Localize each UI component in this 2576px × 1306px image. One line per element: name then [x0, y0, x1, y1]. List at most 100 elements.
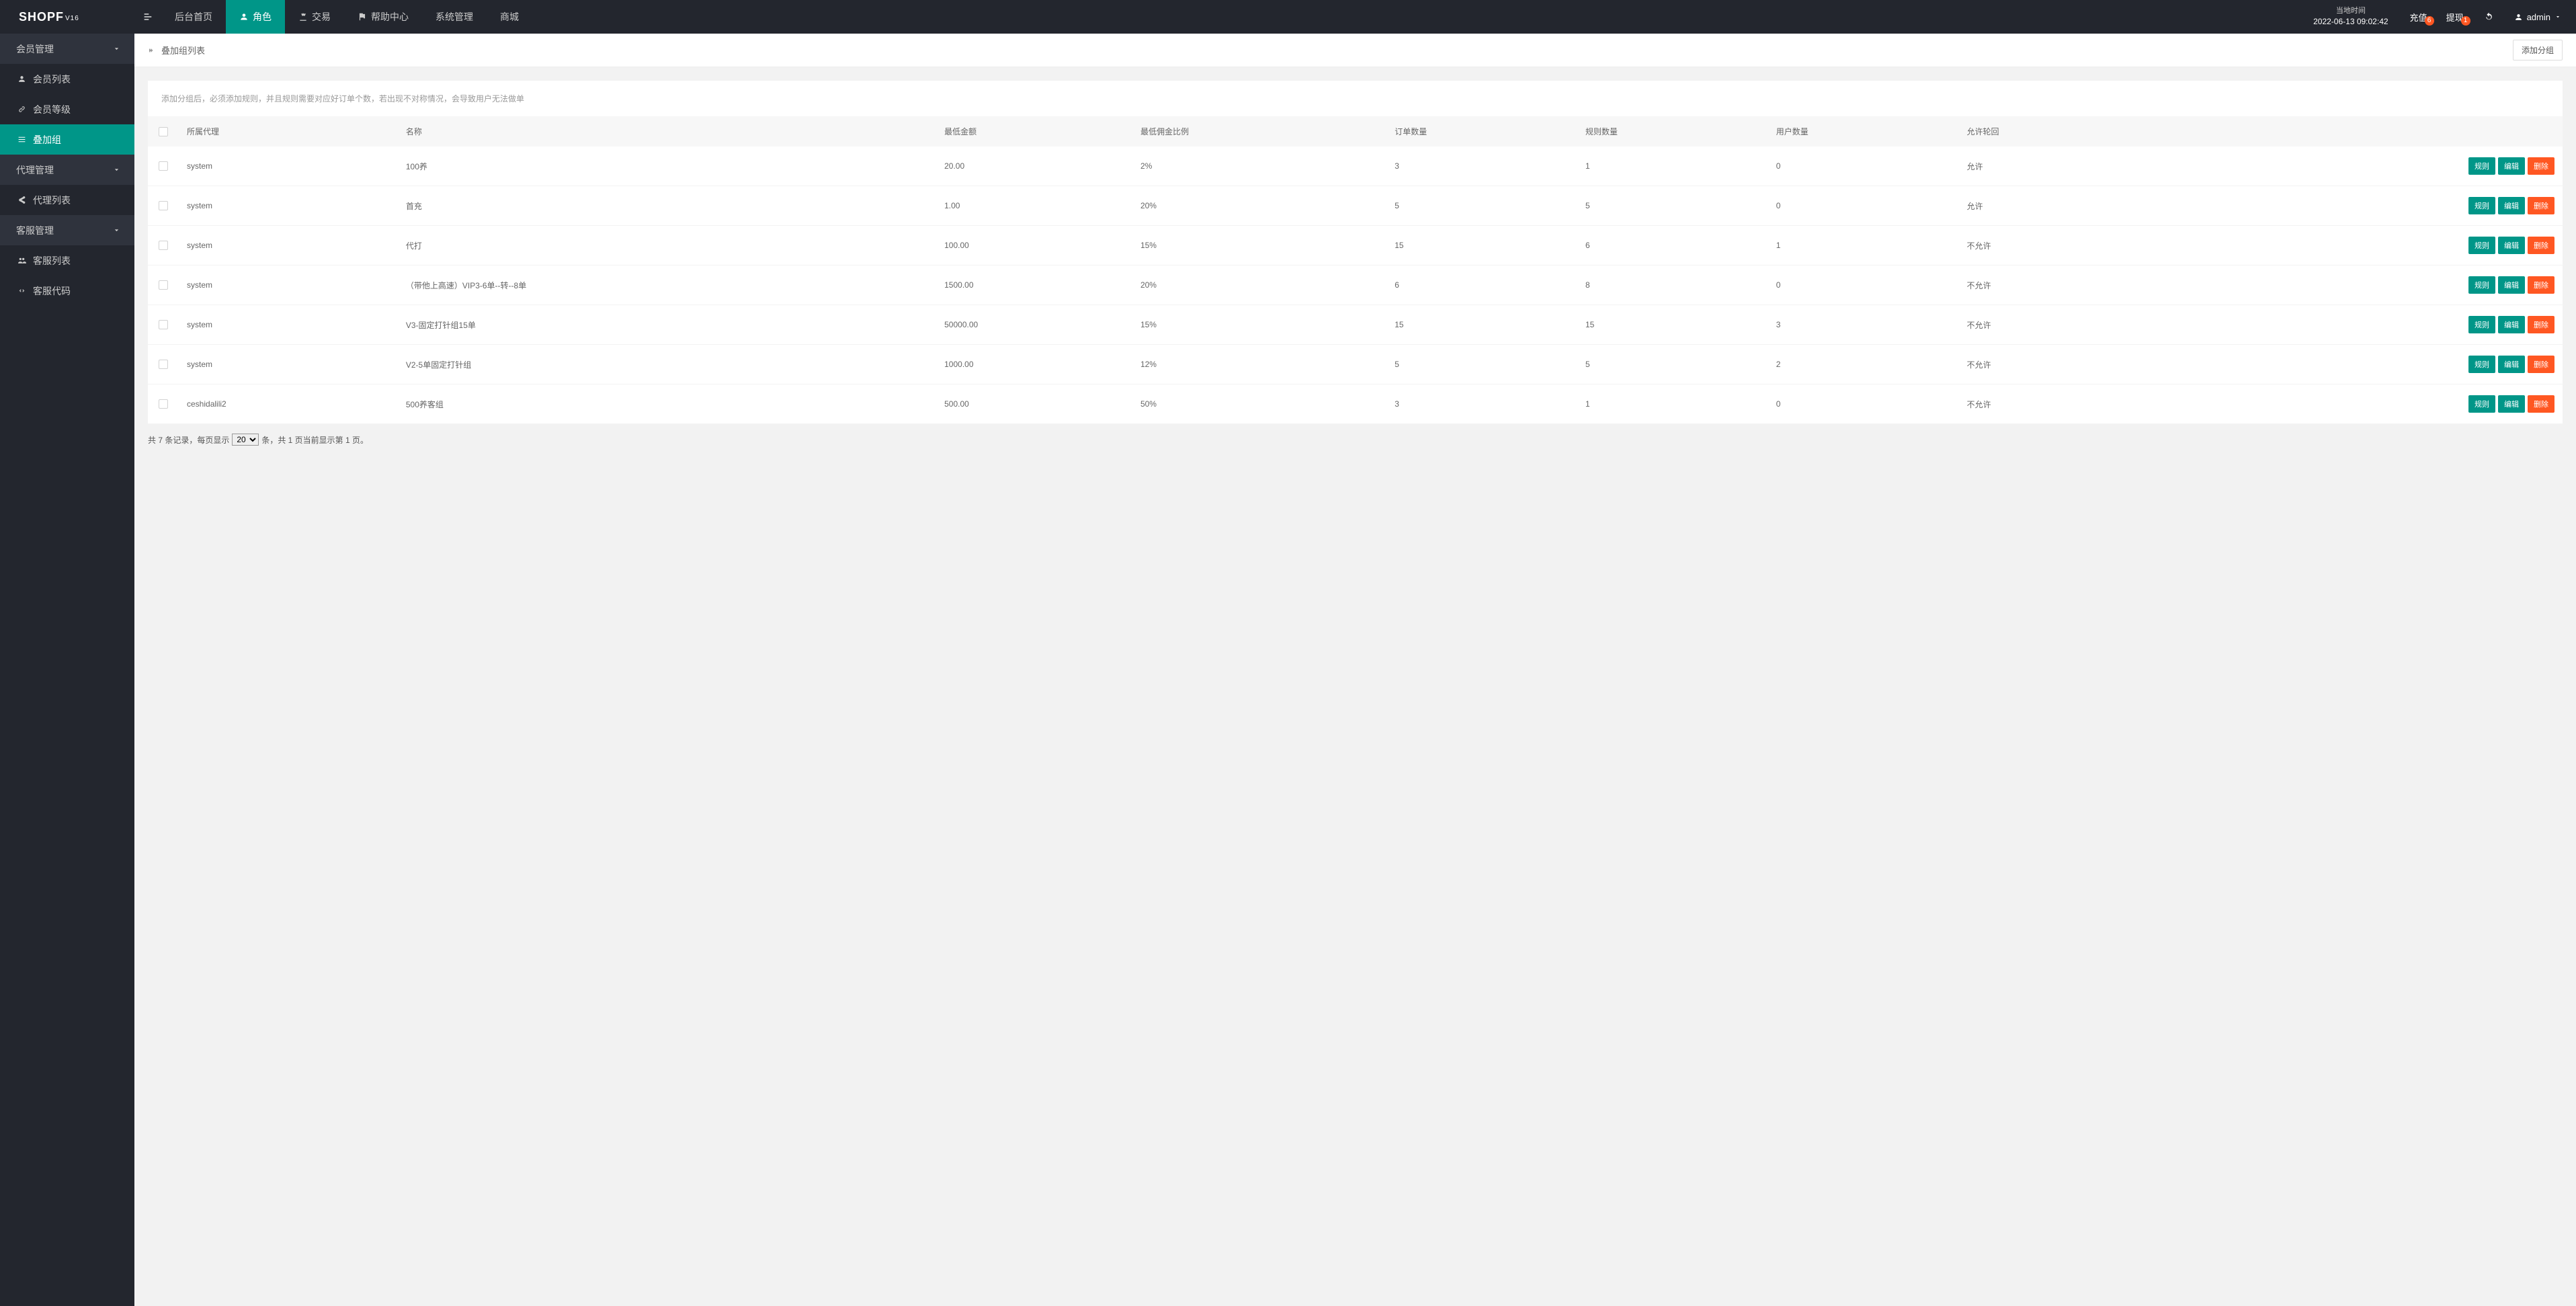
- row-checkbox[interactable]: [159, 201, 168, 210]
- edit-button[interactable]: 编辑: [2498, 395, 2525, 413]
- panel: 添加分组后，必须添加规则，并且规则需要对应好订单个数，若出现不对称情况，会导致用…: [148, 81, 2563, 424]
- sidebar-group-label: 客服管理: [16, 224, 54, 237]
- table-row: ceshidalili2500养客组500.0050%310不允许规则编辑删除: [148, 384, 2563, 424]
- cell-name: 代打: [398, 226, 936, 266]
- recharge-badge: 6: [2425, 16, 2434, 26]
- rule-button[interactable]: 规则: [2468, 237, 2495, 254]
- main: 叠加组列表 添加分组 添加分组后，必须添加规则，并且规则需要对应好订单个数，若出…: [134, 34, 2576, 1306]
- row-checkbox[interactable]: [159, 280, 168, 290]
- sidebar-item-label: 代理列表: [33, 194, 71, 207]
- recharge-link[interactable]: 充值 6: [2401, 11, 2437, 24]
- edit-button[interactable]: 编辑: [2498, 237, 2525, 254]
- col-min-commission: 最低佣金比例: [1132, 116, 1386, 147]
- delete-button[interactable]: 删除: [2528, 356, 2554, 373]
- topmenu-mall[interactable]: 商城: [487, 0, 532, 34]
- data-table: 所属代理 名称 最低金额 最低佣金比例 订单数量 规则数量 用户数量 允许轮回 …: [148, 116, 2563, 424]
- cell-agent: system: [179, 147, 398, 186]
- row-checkbox[interactable]: [159, 320, 168, 329]
- rule-button[interactable]: 规则: [2468, 316, 2495, 333]
- sidebar-item-label: 客服代码: [33, 284, 71, 298]
- topbar-right: 当地时间 2022-06-13 09:02:42 充值 6 提现 1 admin: [2301, 0, 2576, 34]
- cell-user-count: 0: [1768, 147, 1959, 186]
- sidebar-item-member-list[interactable]: 会员列表: [0, 64, 134, 94]
- edit-button[interactable]: 编辑: [2498, 356, 2525, 373]
- rule-button[interactable]: 规则: [2468, 276, 2495, 294]
- cell-allow-rotate: 不允许: [1959, 226, 2150, 266]
- topmenu-home[interactable]: 后台首页: [161, 0, 226, 34]
- rule-button[interactable]: 规则: [2468, 395, 2495, 413]
- menu-icon: [142, 11, 153, 22]
- row-checkbox[interactable]: [159, 161, 168, 171]
- chevron-right-icon: [148, 46, 156, 54]
- nav-toggle[interactable]: [134, 0, 161, 34]
- rule-button[interactable]: 规则: [2468, 197, 2495, 214]
- add-group-button[interactable]: 添加分组: [2513, 40, 2563, 60]
- content: 添加分组后，必须添加规则，并且规则需要对应好订单个数，若出现不对称情况，会导致用…: [134, 67, 2576, 466]
- sidebar-item-agent-list[interactable]: 代理列表: [0, 185, 134, 215]
- topmenu-label: 角色: [253, 10, 272, 24]
- rule-button[interactable]: 规则: [2468, 356, 2495, 373]
- cell-min-commission: 12%: [1132, 345, 1386, 384]
- table-row: system（带他上高速）VIP3-6单--转--8单1500.0020%680…: [148, 266, 2563, 305]
- chevron-down-icon: [2554, 13, 2561, 20]
- row-checkbox[interactable]: [159, 399, 168, 409]
- code-icon: [17, 286, 26, 295]
- sidebar-item-service-code[interactable]: 客服代码: [0, 276, 134, 306]
- cell-min-commission: 15%: [1132, 226, 1386, 266]
- delete-button[interactable]: 删除: [2528, 237, 2554, 254]
- flag-icon: [358, 12, 367, 22]
- sidebar-item-service-list[interactable]: 客服列表: [0, 245, 134, 276]
- time-label: 当地时间: [2313, 6, 2388, 16]
- delete-button[interactable]: 删除: [2528, 157, 2554, 175]
- user-icon: [17, 75, 26, 83]
- sidebar-group-service[interactable]: 客服管理: [0, 215, 134, 245]
- cell-name: 500养客组: [398, 384, 936, 424]
- user-icon: [2514, 13, 2523, 22]
- user-menu[interactable]: admin: [2505, 12, 2576, 22]
- cell-allow-rotate: 允许: [1959, 186, 2150, 226]
- cell-name: （带他上高速）VIP3-6单--转--8单: [398, 266, 936, 305]
- sidebar-group-member[interactable]: 会员管理: [0, 34, 134, 64]
- delete-button[interactable]: 删除: [2528, 316, 2554, 333]
- topmenu-role[interactable]: 角色: [226, 0, 285, 34]
- topmenu-label: 后台首页: [175, 10, 212, 24]
- topmenu-help[interactable]: 帮助中心: [344, 0, 422, 34]
- row-checkbox[interactable]: [159, 360, 168, 369]
- rule-button[interactable]: 规则: [2468, 157, 2495, 175]
- sidebar-item-label: 叠加组: [33, 133, 61, 147]
- table-row: system100养20.002%310允许规则编辑删除: [148, 147, 2563, 186]
- refresh-button[interactable]: [2473, 12, 2505, 22]
- sidebar-item-stack-group[interactable]: 叠加组: [0, 124, 134, 155]
- topmenu-trade[interactable]: 交易: [285, 0, 344, 34]
- page-size-select[interactable]: 20: [232, 434, 259, 446]
- col-user-count: 用户数量: [1768, 116, 1959, 147]
- delete-button[interactable]: 删除: [2528, 197, 2554, 214]
- edit-button[interactable]: 编辑: [2498, 157, 2525, 175]
- table-row: system代打100.0015%1561不允许规则编辑删除: [148, 226, 2563, 266]
- sidebar-group-label: 会员管理: [16, 42, 54, 56]
- cell-allow-rotate: 不允许: [1959, 384, 2150, 424]
- withdraw-link[interactable]: 提现 1: [2437, 11, 2473, 24]
- edit-button[interactable]: 编辑: [2498, 316, 2525, 333]
- delete-button[interactable]: 删除: [2528, 276, 2554, 294]
- row-checkbox[interactable]: [159, 241, 168, 250]
- edit-button[interactable]: 编辑: [2498, 276, 2525, 294]
- cell-order-count: 3: [1386, 147, 1577, 186]
- topmenu-system[interactable]: 系统管理: [422, 0, 487, 34]
- select-all-checkbox[interactable]: [159, 127, 168, 136]
- cell-order-count: 6: [1386, 266, 1577, 305]
- col-agent: 所属代理: [179, 116, 398, 147]
- edit-button[interactable]: 编辑: [2498, 197, 2525, 214]
- cell-min-amount: 1.00: [936, 186, 1132, 226]
- cell-user-count: 3: [1768, 305, 1959, 345]
- tip-text: 添加分组后，必须添加规则，并且规则需要对应好订单个数，若出现不对称情况，会导致用…: [148, 81, 2563, 116]
- delete-button[interactable]: 删除: [2528, 395, 2554, 413]
- col-allow-rotate: 允许轮回: [1959, 116, 2150, 147]
- topmenu-label: 帮助中心: [371, 10, 409, 24]
- table-row: systemV2-5单固定打针组1000.0012%552不允许规则编辑删除: [148, 345, 2563, 384]
- sidebar-group-agent[interactable]: 代理管理: [0, 155, 134, 185]
- sidebar-item-member-level[interactable]: 会员等级: [0, 94, 134, 124]
- cell-order-count: 3: [1386, 384, 1577, 424]
- brand-name: SHOPF: [19, 10, 64, 24]
- user-name: admin: [2527, 12, 2550, 22]
